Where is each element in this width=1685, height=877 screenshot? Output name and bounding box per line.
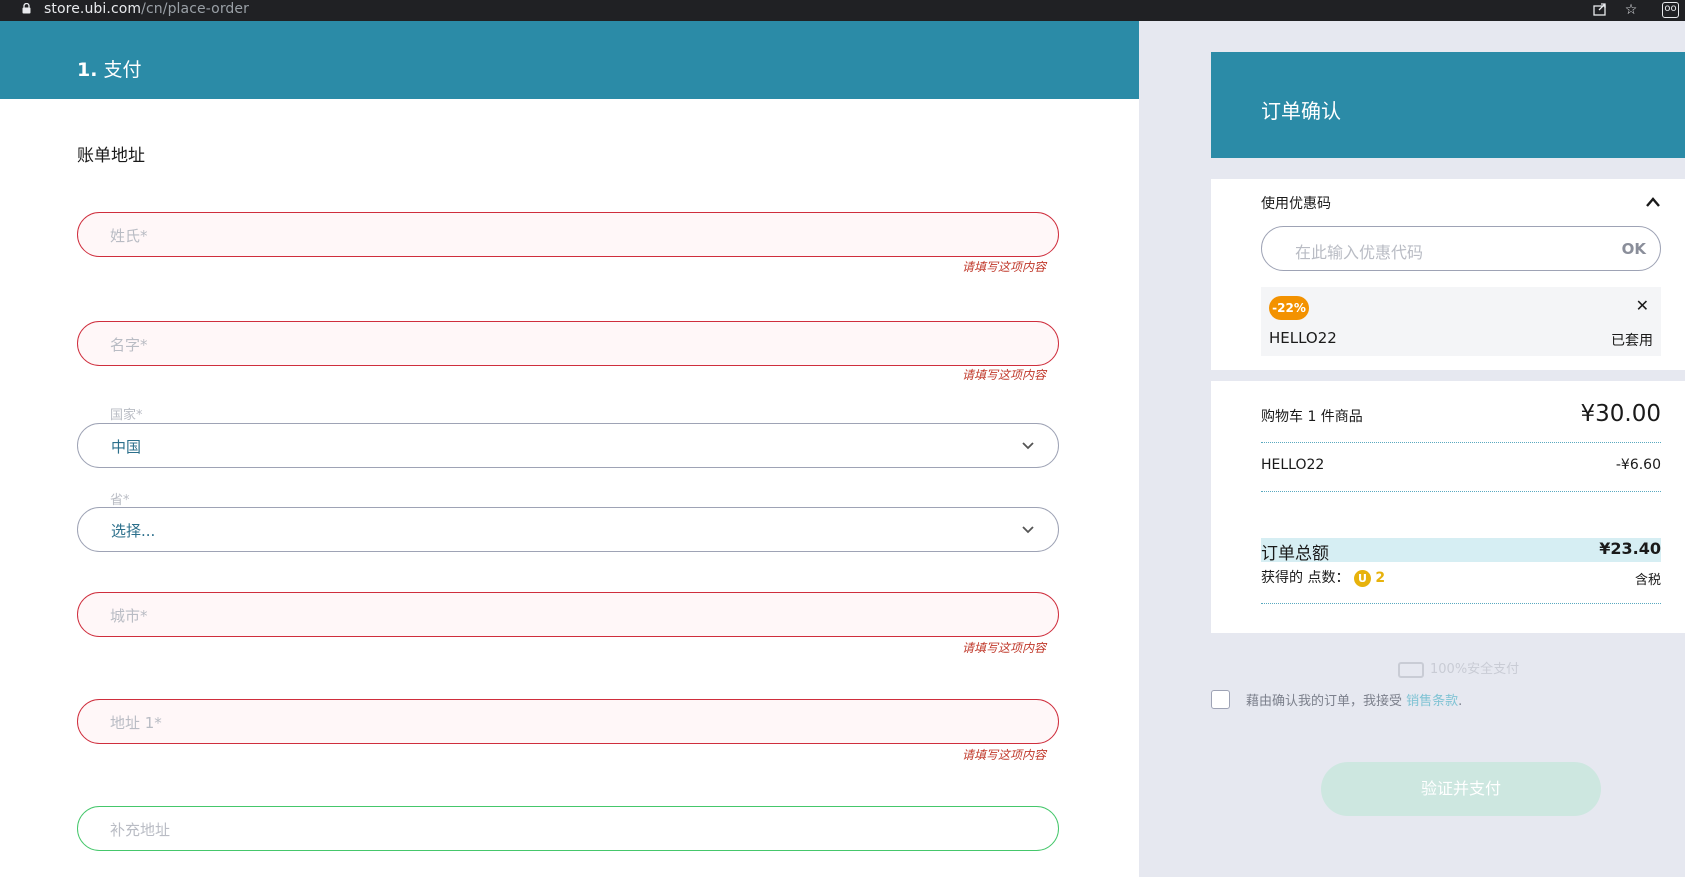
url-path: /cn/place-order [141,1,249,17]
address1-placeholder: 地址 1* [110,714,162,732]
order-title: 订单确认 [1261,99,1341,123]
country-select[interactable]: 中国 [77,423,1059,468]
city-error: 请填写这项内容 [962,641,1047,655]
secure-payment-note: 100%安全支付 [1398,658,1519,678]
last-name-error: 请填写这项内容 [962,260,1047,274]
city-placeholder: 城市* [110,607,148,625]
verify-and-pay-button[interactable]: 验证并支付 [1321,762,1601,816]
billing-address-heading: 账单地址 [77,146,145,166]
promo-placeholder: 在此输入优惠代码 [1295,243,1424,262]
divider [1261,603,1661,604]
points-value: 2 [1375,570,1386,586]
step-name: 支付 [103,59,142,81]
applied-promo-code: HELLO22 [1269,329,1337,347]
promo-panel: 使用优惠码 在此输入优惠代码 OK -22% HELLO22 ✕ 已套用 [1211,179,1685,370]
total-row: 订单总额 ¥23.40 [1261,539,1661,564]
terms-checkbox[interactable] [1211,690,1230,709]
total-value: ¥23.40 [1599,539,1661,558]
browser-toolbar: store.ubi.com/cn/place-order ☆ oo [0,0,1685,21]
terms-text: 藉由确认我的订单，我接受 销售条款. [1246,690,1462,709]
step-number: 1. [77,59,98,81]
cart-price: ¥30.00 [1580,401,1661,427]
order-summary-panel: 购物车 1 件商品 ¥30.00 HELLO22 -¥6.60 订单总额 ¥23… [1211,381,1685,633]
address2-field[interactable]: 补充地址 [77,806,1059,851]
discount-value: -¥6.60 [1615,457,1661,473]
promo-ok-button[interactable]: OK [1622,240,1646,258]
discount-row: HELLO22 -¥6.60 [1261,457,1661,479]
url-domain: store.ubi.com [44,1,142,17]
city-field[interactable]: 城市* [77,592,1059,637]
province-select[interactable]: 选择... [77,507,1059,552]
address-bar[interactable]: store.ubi.com/cn/place-order [44,0,249,18]
bookmark-star-icon[interactable]: ☆ [1622,1,1640,19]
address1-field[interactable]: 地址 1* [77,699,1059,744]
cart-label: 购物车 1 件商品 [1261,409,1363,425]
terms-link[interactable]: 销售条款 [1406,694,1458,709]
secure-text: 100%安全支付 [1430,662,1520,677]
first-name-placeholder: 名字* [110,336,148,354]
points-label-text: 获得的 点数： [1261,570,1350,586]
coin-icon: U [1353,569,1371,587]
points-row: 获得的 点数： U 2 含税 [1261,567,1661,589]
promo-status: 已套用 [1611,333,1653,349]
province-value: 选择... [111,522,156,540]
last-name-placeholder: 姓氏* [110,227,148,245]
checkout-step-header: 1. 支付 [0,21,1139,99]
tax-note: 含税 [1634,573,1661,588]
last-name-field[interactable]: 姓氏* [77,212,1059,257]
step-title: 1. 支付 [77,55,142,82]
points-label: 获得的 点数： U 2 [1261,567,1385,587]
cart-row: 购物车 1 件商品 ¥30.00 [1261,401,1661,431]
chevron-up-icon[interactable] [1645,195,1661,209]
address2-placeholder: 补充地址 [110,821,171,839]
province-label: 省* [110,493,130,508]
credit-card-icon [1398,661,1424,678]
promo-code-input[interactable]: 在此输入优惠代码 OK [1261,226,1661,271]
first-name-error: 请填写这项内容 [962,368,1047,382]
extension-icon[interactable]: oo [1662,2,1679,18]
chevron-down-icon [1022,526,1034,534]
first-name-field[interactable]: 名字* [77,321,1059,366]
applied-promo: -22% HELLO22 ✕ 已套用 [1261,287,1661,356]
terms-prefix: 藉由确认我的订单，我接受 [1246,694,1403,709]
chevron-down-icon [1022,442,1034,450]
promo-label: 使用优惠码 [1261,196,1331,212]
country-value: 中国 [111,438,142,456]
divider [1261,442,1661,443]
total-label: 订单总额 [1261,544,1329,564]
share-icon[interactable] [1591,1,1609,19]
terms-suffix: . [1458,694,1463,709]
country-label: 国家* [110,408,143,423]
order-confirmation-header: 订单确认 [1211,52,1685,158]
close-icon[interactable]: ✕ [1636,296,1649,315]
discount-badge: -22% [1269,296,1309,320]
divider [1261,491,1661,492]
discount-label: HELLO22 [1261,457,1325,473]
address1-error: 请填写这项内容 [962,748,1047,762]
lock-icon [22,3,31,14]
